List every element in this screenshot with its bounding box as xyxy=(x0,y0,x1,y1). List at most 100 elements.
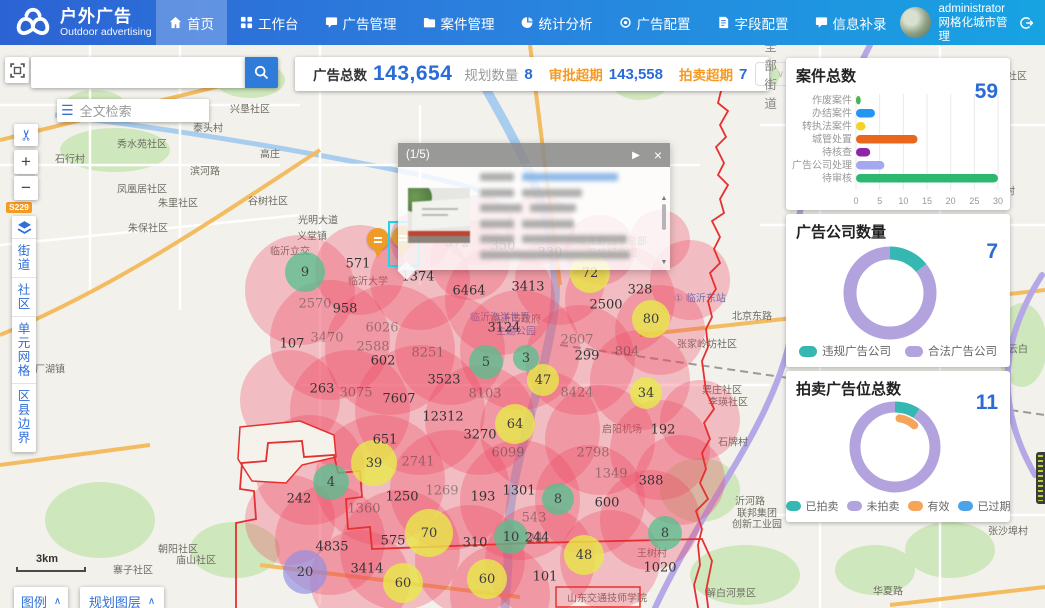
cluster-count[interactable]: 6464 xyxy=(452,284,485,299)
cluster-count[interactable]: 299 xyxy=(575,349,600,364)
map-extent-button[interactable] xyxy=(5,57,29,83)
legend-item[interactable]: 违规广告公司 xyxy=(799,343,891,359)
nav-item-4[interactable]: 统计分析 xyxy=(508,0,606,45)
cluster-count[interactable]: 328 xyxy=(628,283,653,298)
cluster-count[interactable]: 2798 xyxy=(576,446,609,461)
legend-item[interactable]: 已拍卖 xyxy=(786,498,839,514)
cluster-count[interactable]: 1020 xyxy=(643,561,676,576)
popup-next-icon[interactable]: ▶ xyxy=(632,150,640,161)
cluster-count[interactable]: 3413 xyxy=(511,280,544,295)
layer-toggle-1[interactable]: 社区 xyxy=(12,277,36,316)
cluster-count[interactable]: 12312 xyxy=(422,410,463,425)
avatar[interactable] xyxy=(900,7,931,38)
cluster-count[interactable]: 8103 xyxy=(468,387,501,402)
donut-svg xyxy=(786,393,1010,503)
cluster-count[interactable]: 107 xyxy=(280,337,305,352)
cluster-count[interactable]: 804 xyxy=(615,345,640,360)
cluster-count[interactable]: 3470 xyxy=(310,331,343,346)
cluster-count[interactable]: 600 xyxy=(595,496,620,511)
outdoor-ad-app: 户外广告 Outdoor advertising 首页工作台广告管理案件管理统计… xyxy=(0,0,1045,608)
blurred-detail-row xyxy=(480,204,576,212)
layer-toggle-0[interactable]: 街道 xyxy=(12,238,36,277)
cluster-count[interactable]: 2741 xyxy=(401,455,434,470)
legend-item[interactable]: 合法广告公司 xyxy=(905,343,997,359)
map-search-input[interactable] xyxy=(31,57,245,88)
cluster-count[interactable]: 1301 xyxy=(502,484,535,499)
plan-layer-button[interactable]: 规划图层∧ xyxy=(80,587,164,608)
ad-marker-pin-0[interactable] xyxy=(366,228,390,260)
fulltext-search-button[interactable]: ☰ 全文检索 xyxy=(57,99,209,122)
zoom-in-button[interactable]: + xyxy=(14,150,38,174)
nav-item-7[interactable]: 信息补录 xyxy=(802,0,900,45)
popup-body: ▲ ▼ xyxy=(398,167,670,270)
blurred-detail-row xyxy=(480,251,630,259)
legend-item[interactable]: 已过期 xyxy=(958,498,1011,514)
map-canvas[interactable]: 兴垦社区泰头村石行村高庄秀水苑社区凤凰居社区朱里社区谷树社区朱保社区滨河路临沂立… xyxy=(0,45,1045,608)
nav-item-6[interactable]: 字段配置 xyxy=(704,0,802,45)
cluster-count[interactable]: 263 xyxy=(310,382,335,397)
cluster-count[interactable]: 6099 xyxy=(491,446,524,461)
cluster-count[interactable]: 958 xyxy=(333,302,358,317)
cluster-count[interactable]: 242 xyxy=(287,492,312,507)
measure-tool-button[interactable]: ✂ xyxy=(14,124,38,146)
cluster-count[interactable]: 543 xyxy=(522,511,547,526)
cluster-count[interactable]: 8251 xyxy=(411,346,444,361)
cluster-count[interactable]: 1349 xyxy=(594,467,627,482)
layers-icon[interactable] xyxy=(12,216,36,238)
cluster-count[interactable]: 4835 xyxy=(315,540,348,555)
cluster-count[interactable]: 6026 xyxy=(365,321,398,336)
cluster-count[interactable]: 2570 xyxy=(298,297,331,312)
minimized-legend-widget[interactable] xyxy=(1036,452,1045,504)
cluster-count[interactable]: 193 xyxy=(471,490,496,505)
legend-item[interactable]: 有效 xyxy=(908,498,950,514)
scroll-down-icon[interactable]: ▼ xyxy=(660,259,668,266)
cluster-count[interactable]: 651 xyxy=(373,433,398,448)
cluster-count[interactable]: 3270 xyxy=(463,428,496,443)
ad-company-card: 广告公司数量 7 违规广告公司合法广告公司 xyxy=(786,214,1010,367)
layer-toggle-3[interactable]: 区县边界 xyxy=(12,383,36,450)
nav-item-1[interactable]: 工作台 xyxy=(227,0,312,45)
disc-icon xyxy=(619,16,632,29)
cluster-count[interactable]: 192 xyxy=(651,423,676,438)
nav-item-0[interactable]: 首页 xyxy=(156,0,227,45)
cluster-count[interactable]: 388 xyxy=(639,474,664,489)
cluster-count[interactable]: 3075 xyxy=(339,386,372,401)
scroll-up-icon[interactable]: ▲ xyxy=(660,195,668,202)
popup-close-icon[interactable]: × xyxy=(654,147,662,163)
cluster-count[interactable]: 24 xyxy=(527,532,544,547)
legend-item[interactable]: 未拍卖 xyxy=(847,498,900,514)
ad-photo[interactable] xyxy=(408,188,470,243)
app-logo-icon xyxy=(14,6,52,40)
cluster-count[interactable]: 310 xyxy=(463,536,488,551)
cluster-count[interactable]: 1250 xyxy=(385,490,418,505)
ad-stats-bar: 广告总数143,654规划数量8审批超期143,558拍卖超期7 全部街道 ∨ xyxy=(295,57,769,91)
nav-item-2[interactable]: 广告管理 xyxy=(312,0,410,45)
nav-item-5[interactable]: 广告配置 xyxy=(606,0,704,45)
cluster-count[interactable]: 3124 xyxy=(487,321,520,336)
search-button[interactable] xyxy=(245,57,278,88)
cluster-count[interactable]: 8424 xyxy=(560,386,593,401)
zoom-out-button[interactable]: − xyxy=(14,176,38,200)
scroll-thumb[interactable] xyxy=(662,204,666,230)
cluster-count[interactable]: 575 xyxy=(381,534,406,549)
cluster-count[interactable]: 101 xyxy=(533,570,558,585)
layer-toggle-2[interactable]: 单元网格 xyxy=(12,316,36,383)
cluster-count[interactable]: 1269 xyxy=(425,484,458,499)
main-nav: 首页工作台广告管理案件管理统计分析广告配置字段配置信息补录 xyxy=(156,0,900,45)
svg-text:待审核: 待审核 xyxy=(822,172,852,185)
popup-scrollbar[interactable]: ▲ ▼ xyxy=(660,195,668,266)
cluster-count[interactable]: 1360 xyxy=(347,502,380,517)
cluster-count[interactable]: 3414 xyxy=(350,562,383,577)
cluster-count[interactable]: 3523 xyxy=(427,373,460,388)
cluster-count[interactable]: 2588 xyxy=(356,340,389,355)
legend-button[interactable]: 图例∧ xyxy=(14,587,68,608)
logout-icon[interactable] xyxy=(1018,14,1033,32)
cluster-count[interactable]: 602 xyxy=(371,354,396,369)
cluster-count[interactable]: 7607 xyxy=(382,392,415,407)
blurred-detail-row xyxy=(480,173,618,181)
cluster-count[interactable]: 2607 xyxy=(560,333,593,348)
cluster-count[interactable]: 2500 xyxy=(589,298,622,313)
popup-pager: (1/5) xyxy=(406,149,430,161)
app-title: 户外广告 xyxy=(60,7,156,26)
nav-item-3[interactable]: 案件管理 xyxy=(410,0,508,45)
